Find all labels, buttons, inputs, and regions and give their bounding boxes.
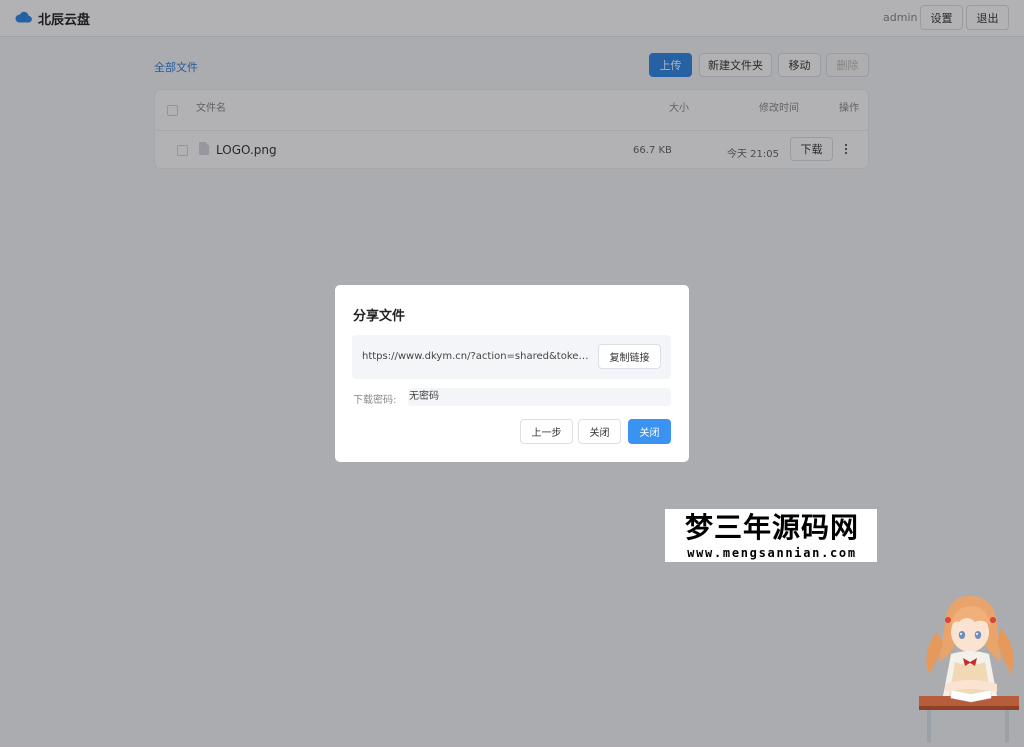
close-primary-button[interactable]: 关闭 <box>628 419 671 444</box>
share-link[interactable]: https://www.dkym.cn/?action=shared&token… <box>362 351 594 362</box>
mascot-illustration <box>915 592 1021 742</box>
watermark-title: 梦三年源码网 <box>684 511 859 544</box>
password-value: 无密码 <box>408 388 671 406</box>
prev-step-button[interactable]: 上一步 <box>520 419 573 444</box>
dialog-title: 分享文件 <box>353 309 406 324</box>
share-dialog: 分享文件 https://www.dkym.cn/?action=shared&… <box>335 285 689 462</box>
watermark-url: www.mengsannian.com <box>687 546 857 560</box>
close-button[interactable]: 关闭 <box>578 419 621 444</box>
password-label: 下载密码: <box>353 395 397 406</box>
copy-link-button[interactable]: 复制链接 <box>598 344 661 369</box>
share-link-box: https://www.dkym.cn/?action=shared&token… <box>352 335 671 379</box>
watermark: 梦三年源码网 www.mengsannian.com <box>665 509 877 562</box>
